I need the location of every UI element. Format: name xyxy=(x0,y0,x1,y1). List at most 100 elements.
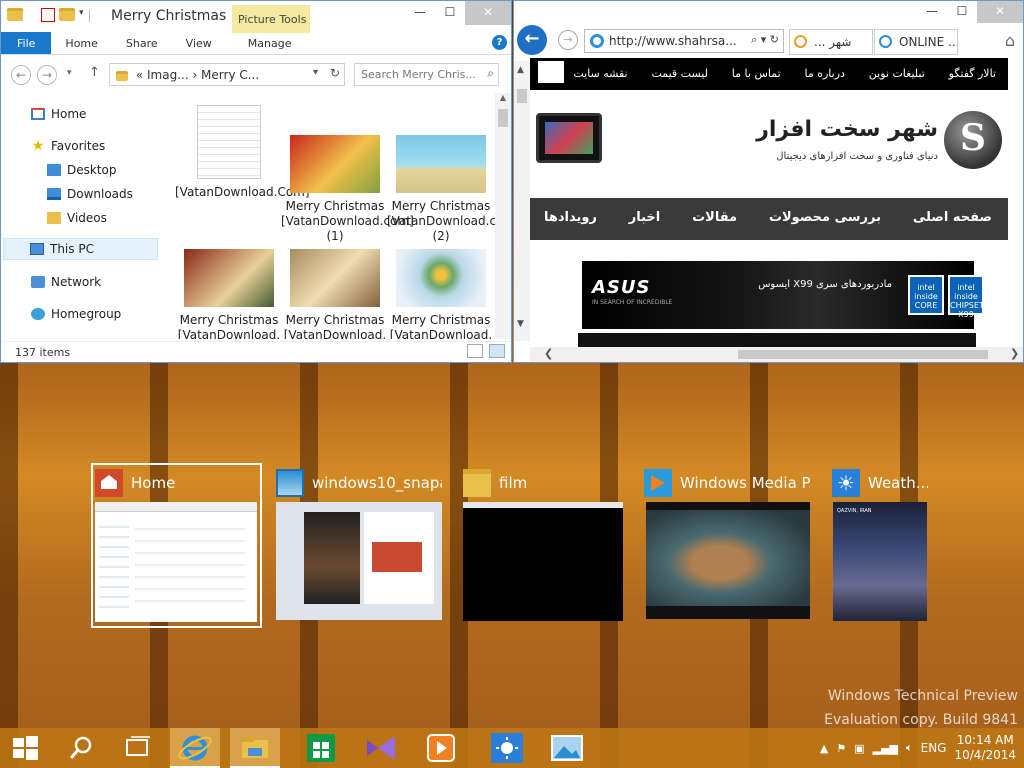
scroll-down-icon[interactable]: ▼ xyxy=(517,319,524,329)
url-bar[interactable]: http://www.shahrsa... ⌕ ▾ ↻ xyxy=(584,29,784,53)
clock[interactable]: 10:14 AM 10/4/2014 xyxy=(954,733,1016,763)
browser-tab-active[interactable]: ... شهر xyxy=(789,29,873,55)
file-item[interactable]: Merry Christmas [VatanDownload. xyxy=(281,249,389,339)
search-icon[interactable]: ⌕ xyxy=(487,66,494,81)
file-explorer-window[interactable]: ▾ | Merry Christmas Picture Tools — ☐ ✕ … xyxy=(0,0,512,363)
taskbar-visual-studio[interactable] xyxy=(356,728,406,768)
explorer-title-bar[interactable]: ▾ | Merry Christmas Picture Tools — ☐ ✕ xyxy=(1,1,511,33)
minimize-button[interactable]: — xyxy=(405,1,435,25)
main-nav-home-link[interactable]: صفحه اصلی xyxy=(913,210,992,225)
input-language[interactable]: ENG xyxy=(921,741,947,755)
search-refresh-icons[interactable]: ⌕ ▾ ↻ xyxy=(751,33,779,47)
network-signal-icon[interactable]: ▂▄▆ xyxy=(873,742,898,755)
minimize-button[interactable]: — xyxy=(917,1,947,23)
media-player-thumbnail[interactable] xyxy=(646,502,810,619)
sidebar-item-homegroup[interactable]: Homegroup xyxy=(31,303,121,325)
task-view-button[interactable] xyxy=(112,728,162,768)
vertical-scrollbar[interactable]: ▲ xyxy=(495,93,511,339)
action-center-flag-icon[interactable]: ⚑ xyxy=(836,742,846,755)
scrollbar-thumb[interactable] xyxy=(517,89,527,103)
large-icons-view-icon[interactable] xyxy=(489,344,505,358)
top-nav-sitemap-link[interactable]: نقشه سایت xyxy=(573,67,627,80)
task-view-window-film[interactable]: film xyxy=(463,466,623,626)
show-hidden-icons-chevron-icon[interactable]: ▲ xyxy=(820,742,828,755)
tab-view[interactable]: View xyxy=(172,32,226,54)
site-logo[interactable]: شهر سخت افزار دنیای فناوری و سخت افزارها… xyxy=(724,111,1004,181)
refresh-icon[interactable]: ↻ xyxy=(330,66,340,80)
task-view-window-snapshot[interactable]: windows10_snapa... xyxy=(276,466,442,626)
main-nav-articles-link[interactable]: مقالات xyxy=(692,210,737,225)
top-nav-price-link[interactable]: لیست قیمت xyxy=(651,67,708,80)
maximize-button[interactable]: ☐ xyxy=(435,1,465,25)
chevron-down-icon[interactable]: ▾ xyxy=(79,8,84,22)
volume-icon[interactable]: 🔈︎ xyxy=(906,741,913,755)
file-item[interactable]: Merry Christmas [VatanDownload.com] (2) xyxy=(387,135,495,244)
sidebar-item-videos[interactable]: Videos xyxy=(47,207,107,229)
top-nav-ads-link[interactable]: تبلیغات نوین xyxy=(869,67,925,80)
site-search-input[interactable] xyxy=(538,61,564,83)
up-arrow-icon[interactable]: ↑ xyxy=(89,65,100,80)
taskbar-photos[interactable] xyxy=(542,728,592,768)
sidebar-item-favorites[interactable]: ★ Favorites xyxy=(31,135,106,157)
taskbar-store[interactable] xyxy=(296,728,346,768)
forward-button[interactable]: → xyxy=(558,30,578,50)
sidebar-item-downloads[interactable]: Downloads xyxy=(47,183,133,205)
tab-share[interactable]: Share xyxy=(112,32,172,54)
horizontal-scrollbar[interactable]: ❮ ❯ xyxy=(530,347,1023,362)
main-nav-reviews-link[interactable]: بررسی محصولات xyxy=(769,210,881,225)
properties-icon[interactable] xyxy=(41,8,55,22)
scrollbar-thumb[interactable] xyxy=(498,109,508,127)
task-view-window-home[interactable]: Home xyxy=(95,466,260,626)
search-input[interactable]: Search Merry Chris... ⌕ xyxy=(354,63,499,86)
taskbar-file-explorer[interactable] xyxy=(230,728,280,768)
file-item[interactable]: [VatanDownload.Com] xyxy=(175,105,310,200)
back-button[interactable]: ← xyxy=(517,25,547,55)
tab-home[interactable]: Home xyxy=(51,32,111,54)
home-icon[interactable]: ⌂ xyxy=(1005,31,1015,50)
close-button[interactable]: ✕ xyxy=(465,1,511,25)
chevron-down-icon[interactable]: ▾ xyxy=(313,67,318,78)
main-nav-events-link[interactable]: رویدادها xyxy=(544,210,597,225)
sidebar-item-network[interactable]: Network xyxy=(31,271,101,293)
scroll-right-icon[interactable]: ❯ xyxy=(1010,347,1019,360)
task-view-window-media-player[interactable]: Windows Media P... xyxy=(644,466,810,626)
details-view-icon[interactable] xyxy=(467,344,483,358)
maximize-button[interactable]: ☐ xyxy=(947,1,977,23)
browser-tab[interactable]: ONLINE ... xyxy=(874,29,958,55)
close-button[interactable]: ✕ xyxy=(977,1,1023,23)
taskbar-internet-explorer[interactable] xyxy=(170,728,220,768)
sidebar-item-desktop[interactable]: Desktop xyxy=(47,159,117,181)
power-icon[interactable]: ▣ xyxy=(854,742,864,755)
forward-button[interactable]: → xyxy=(37,65,57,85)
home-window-thumbnail[interactable] xyxy=(95,502,257,622)
help-icon[interactable]: ? xyxy=(492,35,507,50)
internet-explorer-window[interactable]: — ☐ ✕ ← → http://www.shahrsa... ⌕ ▾ ↻ ..… xyxy=(513,0,1024,363)
address-bar[interactable]: « Imag... › Merry C... ▾ ↻ xyxy=(109,63,345,86)
new-folder-icon[interactable] xyxy=(59,8,75,21)
tablet-ad-image[interactable] xyxy=(536,113,602,163)
task-view-window-weather[interactable]: ☀ Weath... QAZVIN, IRAN xyxy=(832,466,932,626)
start-button[interactable] xyxy=(0,728,50,768)
taskbar-media-player[interactable] xyxy=(416,728,466,768)
file-item[interactable]: Merry Christmas [VatanDownload. xyxy=(175,249,283,339)
taskbar-weather[interactable] xyxy=(482,728,532,768)
scrollbar-thumb[interactable] xyxy=(738,350,988,359)
file-item[interactable]: Merry Christmas [VatanDownload.com] (1) xyxy=(281,135,414,244)
sidebar-item-home[interactable]: Home xyxy=(31,103,86,125)
tab-manage[interactable]: Manage xyxy=(234,32,306,54)
vertical-scrollbar[interactable]: ▲ ▼ xyxy=(514,61,530,341)
file-item[interactable]: Merry Christmas [VatanDownload. xyxy=(387,249,495,339)
top-nav-about-link[interactable]: درباره ما xyxy=(804,67,844,80)
snapshot-window-thumbnail[interactable] xyxy=(276,502,442,620)
back-button[interactable]: ← xyxy=(11,65,31,85)
tab-file[interactable]: File xyxy=(1,32,52,54)
asus-ad-banner[interactable]: ASUS IN SEARCH OF INCREDIBLE مادربوردهای… xyxy=(582,261,984,329)
main-nav-news-link[interactable]: اخبار xyxy=(629,210,661,225)
top-nav-contact-link[interactable]: تماس با ما xyxy=(732,67,781,80)
search-button[interactable] xyxy=(56,728,106,768)
sidebar-item-this-pc[interactable]: This PC xyxy=(3,238,158,260)
recent-locations-chevron-icon[interactable]: ▾ xyxy=(67,68,72,78)
top-nav-forum-link[interactable]: تالار گفتگو xyxy=(949,67,996,80)
film-window-thumbnail[interactable] xyxy=(463,502,623,621)
scroll-left-icon[interactable]: ❮ xyxy=(544,347,553,360)
